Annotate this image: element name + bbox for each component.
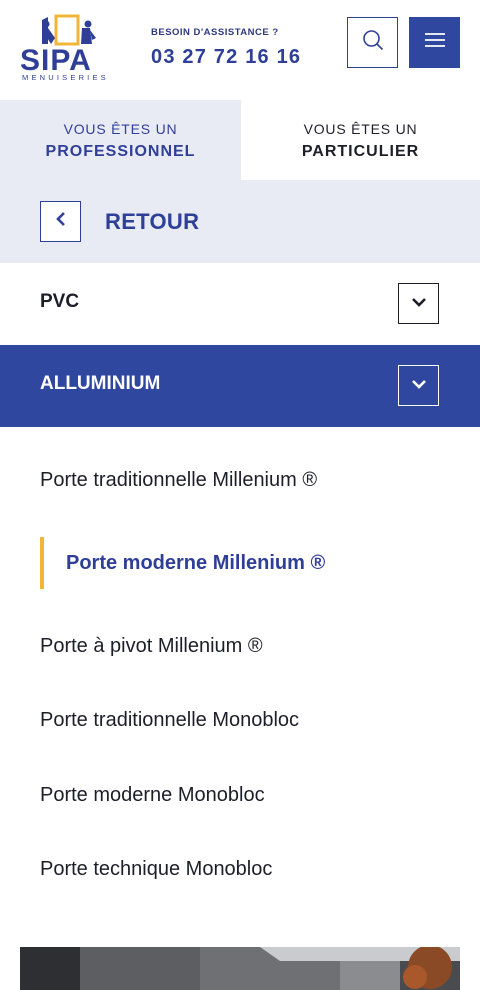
category-pvc-toggle[interactable]	[398, 283, 439, 324]
chevron-left-icon	[55, 211, 67, 232]
site-header: SIPA MENUISERIES BESOIN D'ASSISTANCE ? 0…	[0, 0, 480, 100]
category-pvc-label: PVC	[40, 291, 80, 312]
sub-item-porte-moderne-monobloc[interactable]: Porte moderne Monobloc	[40, 784, 265, 807]
hamburger-icon	[424, 32, 445, 53]
audience-switch: VOUS ÊTES UN PROFESSIONNEL VOUS ÊTES UN …	[0, 100, 480, 180]
sub-item-porte-traditionnelle-millenium[interactable]: Porte traditionnelle Millenium ®	[40, 469, 317, 492]
sub-item-porte-technique-monobloc[interactable]: Porte technique Monobloc	[40, 858, 272, 881]
assistance-block: BESOIN D'ASSISTANCE ? 03 27 72 16 16	[151, 27, 301, 69]
sipa-logo[interactable]: SIPA MENUISERIES	[18, 14, 118, 84]
chevron-down-icon	[411, 377, 427, 395]
tab-professionnel-line1: VOUS ÊTES UN	[63, 121, 178, 137]
tab-particulier-line1: VOUS ÊTES UN	[303, 121, 418, 137]
back-label[interactable]: RETOUR	[105, 209, 199, 235]
back-row: RETOUR	[0, 180, 480, 263]
tab-professionnel[interactable]: VOUS ÊTES UN PROFESSIONNEL	[0, 100, 241, 180]
category-pvc[interactable]: PVC	[0, 263, 480, 345]
assistance-label: BESOIN D'ASSISTANCE ?	[151, 27, 279, 38]
category-alluminium-toggle[interactable]	[398, 365, 439, 406]
chevron-down-icon	[411, 295, 427, 313]
search-button[interactable]	[347, 17, 398, 68]
back-button[interactable]	[40, 201, 81, 242]
sub-item-porte-traditionnelle-monobloc[interactable]: Porte traditionnelle Monobloc	[40, 709, 299, 732]
category-alluminium[interactable]: ALLUMINIUM	[0, 345, 480, 427]
sub-item-porte-a-pivot-millenium[interactable]: Porte à pivot Millenium ®	[40, 635, 263, 658]
tab-particulier[interactable]: VOUS ÊTES UN PARTICULIER	[241, 100, 480, 180]
tab-particulier-line2: PARTICULIER	[301, 143, 420, 160]
sub-item-active-label: Porte moderne Millenium ®	[66, 552, 326, 574]
category-alluminium-label: ALLUMINIUM	[40, 373, 161, 394]
logo-subtext: MENUISERIES	[22, 73, 109, 82]
tab-professionnel-line2: PROFESSIONNEL	[45, 143, 196, 160]
sub-item-porte-moderne-millenium[interactable]: Porte moderne Millenium ®	[40, 537, 460, 589]
active-indicator	[40, 537, 44, 589]
promo-image	[20, 947, 460, 990]
search-icon	[362, 29, 384, 56]
menu-button[interactable]	[409, 17, 460, 68]
assistance-phone[interactable]: 03 27 72 16 16	[151, 46, 301, 69]
